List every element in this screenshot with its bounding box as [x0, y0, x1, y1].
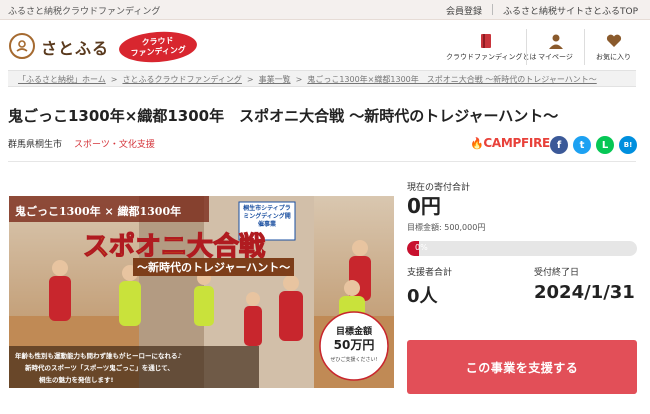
- supporters-value: 0人: [407, 286, 438, 307]
- twitter-icon[interactable]: t: [573, 136, 591, 154]
- current-total-amount: 0円: [407, 194, 441, 218]
- nav-about-crowdfunding[interactable]: クラウドファンディングとは: [446, 29, 537, 65]
- line-icon[interactable]: L: [596, 136, 614, 154]
- breadcrumb: 「ふるさと納税」ホーム > さとふるクラウドファンディング > 事業一覧 > 鬼ごっこ130…: [8, 70, 636, 87]
- heart-icon: [585, 32, 642, 50]
- nav-mypage[interactable]: マイページ: [526, 29, 584, 65]
- top-links: 会員登録 ふるさと納税サイトさとふるTOP: [446, 4, 638, 17]
- share-glyph: L: [601, 139, 609, 151]
- progress-percent: 0%: [415, 243, 428, 252]
- hero-caption-line-2: 新時代のスポーツ「スポーツ鬼ごっこ」を通じて、: [25, 364, 174, 372]
- flame-icon: 🔥: [470, 137, 484, 150]
- logo-text[interactable]: さとふる: [41, 35, 109, 59]
- satofull-top-link[interactable]: ふるさと納税サイトさとふるTOP: [503, 4, 638, 17]
- support-project-button[interactable]: この事業を支援する: [407, 340, 637, 394]
- hero-caption-line-3: 桐生の魅力を発信します!: [39, 376, 114, 384]
- nav-label: マイページ: [538, 53, 573, 61]
- share-glyph: f: [556, 139, 562, 151]
- site-tagline: ふるさと納税クラウドファンディング: [8, 7, 161, 17]
- hero-caption-line-1: 年齢も性別も運動能力も問わず誰もがヒーローになれる♪: [15, 352, 182, 360]
- satofull-logo-icon[interactable]: [9, 33, 35, 59]
- nav-label: お気に入り: [596, 53, 631, 61]
- deadline-value: 2024/1/31: [534, 282, 635, 303]
- header-nav: クラウドファンディングとは マイページ お気に入り: [446, 29, 642, 65]
- site-header: さとふる クラウド ファンディング クラウドファンディングとは マイページ お気…: [0, 21, 650, 69]
- book-icon: [446, 32, 526, 50]
- campfire-logo: 🔥CAMPFIRE: [470, 136, 550, 150]
- nav-favorites[interactable]: お気に入り: [584, 29, 642, 65]
- hero-headline-sub: ～新時代のトレジャーハント～: [133, 258, 295, 276]
- breadcrumb-separator: >: [246, 75, 254, 84]
- project-hero-image: 鬼ごっこ1300年 × 織都1300年 スポオニ大合戦 ～新時代のトレジャーハン…: [9, 196, 394, 388]
- breadcrumb-separator: >: [295, 75, 303, 84]
- breadcrumb-separator: >: [110, 75, 118, 84]
- supporters-label: 支援者合計: [407, 268, 453, 278]
- platform-name: CAMPFIRE: [483, 136, 550, 150]
- link-divider: [491, 4, 493, 15]
- funding-stats: 現在の寄付合計: [407, 175, 637, 194]
- share-glyph: t: [579, 139, 585, 151]
- person-icon: [527, 32, 584, 50]
- deadline-label: 受付終了日: [534, 268, 580, 278]
- facebook-icon[interactable]: f: [550, 136, 568, 154]
- progress-bar: 0%: [407, 241, 637, 256]
- hero-goal-note: ぜひご支援ください!: [330, 357, 378, 363]
- crowdfunding-badge[interactable]: クラウド ファンディング: [118, 29, 198, 65]
- hero-goal-amount: 50万円: [333, 338, 375, 352]
- breadcrumb-crowdfunding[interactable]: さとふるクラウドファンディング: [122, 75, 241, 84]
- project-category[interactable]: スポーツ・文化支援: [74, 137, 155, 150]
- share-glyph: B!: [623, 141, 633, 149]
- page-title: 鬼ごっこ1300年×織都1300年 スポオニ大合戦 ～新時代のトレジャーハント～: [8, 107, 559, 125]
- breadcrumb-home[interactable]: 「ふるさと納税」ホーム: [18, 75, 106, 84]
- nav-label: クラウドファンディングとは: [446, 53, 537, 61]
- hero-corner-badge: 桐生市シティプラミングディング開催事業: [243, 205, 291, 228]
- hero-headline-top: 鬼ごっこ1300年 × 織都1300年: [15, 205, 182, 218]
- breadcrumb-projects[interactable]: 事業一覧: [259, 75, 291, 84]
- register-link[interactable]: 会員登録: [446, 4, 482, 17]
- hatena-icon[interactable]: B!: [619, 136, 637, 154]
- project-location: 群馬県桐生市: [8, 140, 63, 150]
- top-utility-bar: ふるさと納税クラウドファンディング 会員登録 ふるさと納税サイトさとふるTOP: [0, 0, 650, 20]
- breadcrumb-current[interactable]: 鬼ごっこ1300年×織都1300年 スポオニ大合戦 ～新時代のトレジャーハント～: [307, 75, 596, 84]
- target-amount: 目標金額: 500,000円: [407, 223, 486, 232]
- divider: [8, 161, 636, 162]
